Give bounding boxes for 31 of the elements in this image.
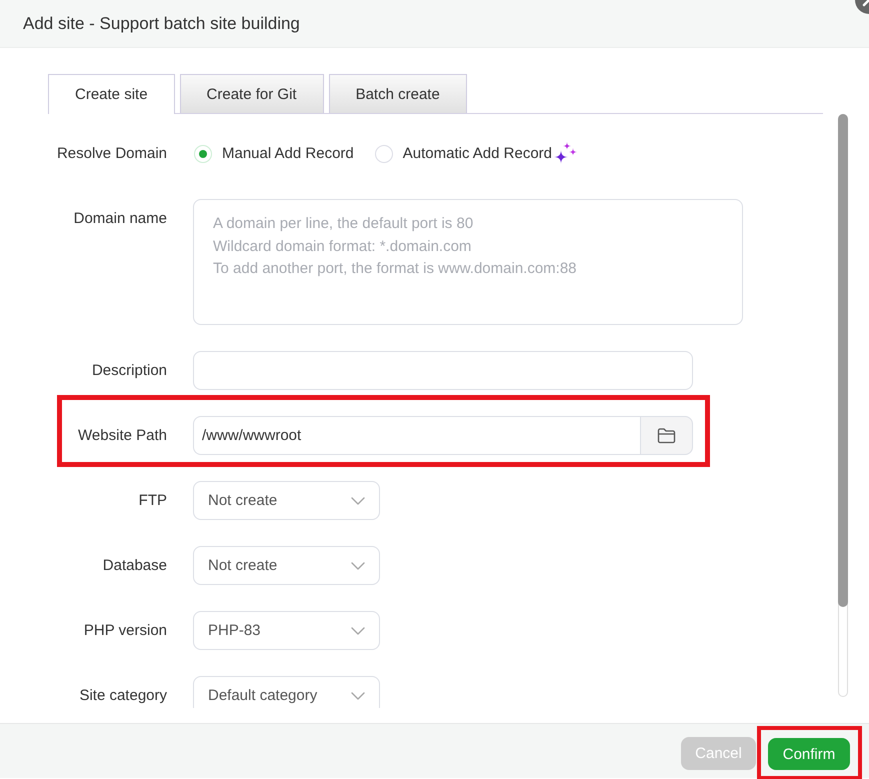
chevron-down-icon — [351, 562, 365, 570]
dropdown-select[interactable]: Not create — [193, 546, 380, 585]
radio-label[interactable]: Automatic Add Record — [402, 145, 552, 162]
folder-button[interactable] — [640, 416, 693, 455]
field-label: Description — [90, 362, 167, 379]
field-label: Website Path — [77, 427, 167, 444]
field-label: Domain name — [72, 209, 167, 227]
field-label: Site category — [78, 687, 167, 704]
dropdown-select[interactable]: PHP-83 — [193, 611, 380, 650]
text-input-field[interactable] — [193, 351, 693, 390]
dropdown-select[interactable]: Default category — [193, 676, 380, 708]
scrollbar[interactable] — [838, 114, 848, 697]
tab[interactable]: Create site — [48, 74, 175, 114]
radio-button[interactable] — [374, 144, 393, 162]
scrollbar-thumb[interactable] — [838, 114, 848, 607]
field-label: PHP version — [82, 622, 167, 639]
text-area-field[interactable]: A domain per line, the default port is 80 Wildcard domain format: *.domain.com To add another port, the format is www.domain.com:88 — [193, 199, 743, 325]
tab[interactable]: Batch create — [328, 74, 467, 113]
chevron-down-icon — [351, 626, 365, 634]
field-label: Resolve Domain — [56, 145, 167, 162]
chevron-down-icon — [351, 692, 365, 700]
field-label: Database — [102, 557, 167, 574]
tab[interactable]: Create for Git — [180, 74, 324, 113]
radio-label[interactable]: Manual Add Record — [222, 145, 354, 162]
field-label: FTP — [138, 492, 167, 509]
dropdown-select[interactable]: Not create — [193, 481, 380, 520]
radio-button[interactable] — [194, 144, 212, 162]
dialog-title: Add site - Support batch site building — [23, 14, 300, 34]
folder-icon — [657, 427, 676, 444]
chevron-down-icon — [351, 496, 365, 504]
path-input-field[interactable]: /www/wwwroot — [193, 416, 640, 455]
